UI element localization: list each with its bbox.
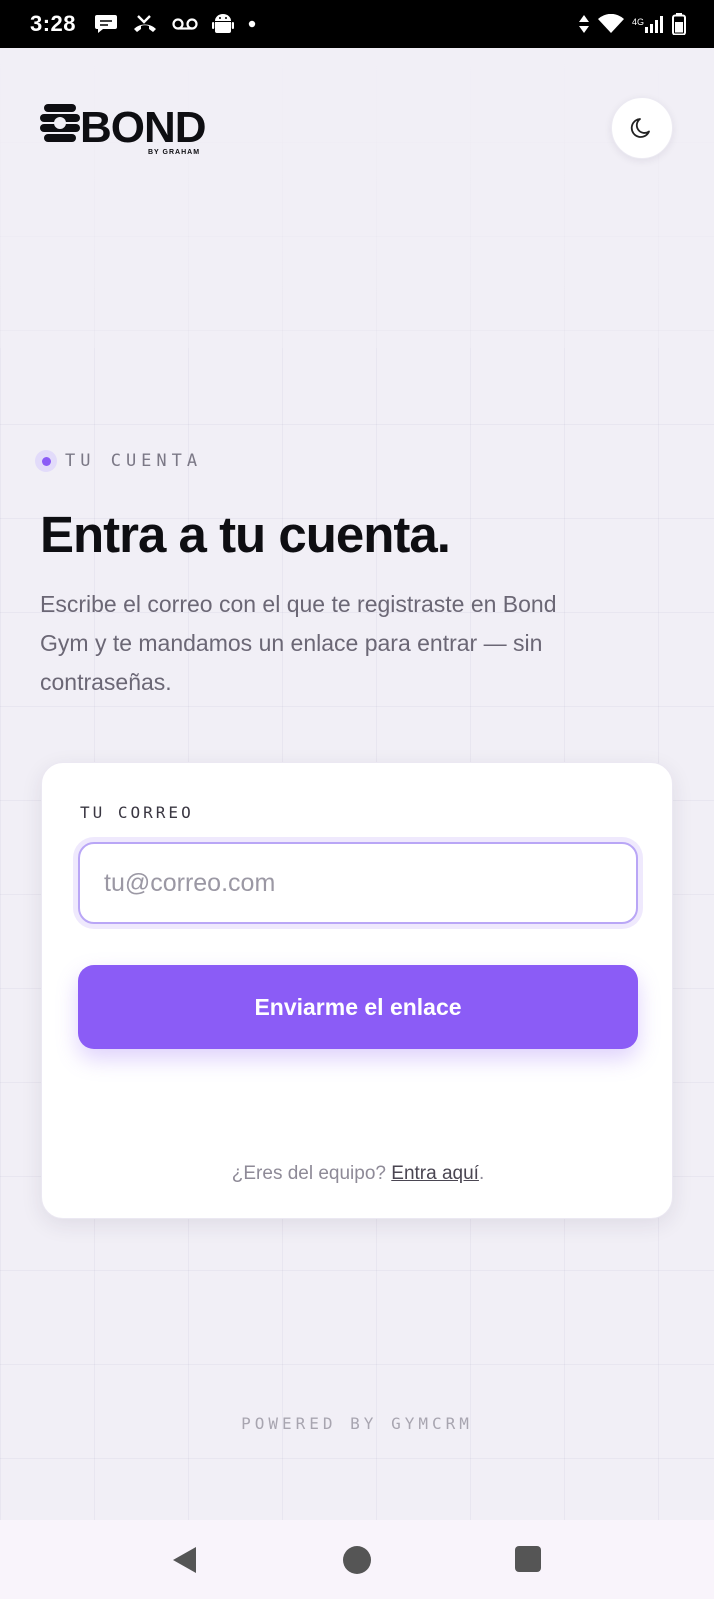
chat-notification-icon xyxy=(94,13,118,35)
team-prompt-suffix: . xyxy=(478,1163,485,1184)
team-login-prompt: ¿Eres del equipo? Entra aquí. xyxy=(42,1163,674,1185)
team-prompt-text: ¿Eres del equipo? xyxy=(231,1163,386,1184)
more-notifications-dot-icon xyxy=(248,20,256,28)
svg-text:4G: 4G xyxy=(632,17,644,27)
send-link-button[interactable]: Enviarme el enlace xyxy=(78,965,638,1049)
eyebrow: TU CUENTA xyxy=(35,450,202,472)
battery-icon xyxy=(672,13,686,35)
login-card: TU CORREO Enviarme el enlace ¿Eres del e… xyxy=(41,762,673,1219)
status-bar: 3:28 4G xyxy=(0,0,714,48)
eyebrow-label: TU CUENTA xyxy=(65,451,203,471)
theme-toggle-button[interactable] xyxy=(611,97,673,159)
eyebrow-dot-icon xyxy=(35,450,57,472)
email-label: TU CORREO xyxy=(80,803,194,822)
team-login-link[interactable]: Entra aquí xyxy=(391,1163,479,1184)
cellular-signal-icon: 4G xyxy=(632,14,664,34)
recents-icon[interactable] xyxy=(515,1546,541,1572)
data-transfer-icon xyxy=(578,14,590,34)
status-time: 3:28 xyxy=(30,11,77,36)
home-icon[interactable] xyxy=(342,1545,372,1575)
wifi-icon xyxy=(598,14,624,34)
logo-subtext: BY GRAHAM xyxy=(148,149,200,156)
android-icon xyxy=(212,12,235,36)
email-input[interactable] xyxy=(78,842,638,924)
system-nav-bar xyxy=(0,1520,714,1599)
page-title: Entra a tu cuenta. xyxy=(40,506,451,563)
missed-call-icon xyxy=(132,13,158,35)
page-description: Escribe el correo con el que te registra… xyxy=(40,591,557,695)
moon-icon xyxy=(629,115,655,141)
background-fade xyxy=(0,48,714,348)
powered-by: POWERED BY GYMCRM xyxy=(241,1414,473,1433)
logo-mark xyxy=(40,104,80,142)
logo-wordmark: BOND xyxy=(80,103,206,152)
voicemail-icon xyxy=(172,17,198,31)
bond-logo: BOND BY GRAHAM xyxy=(40,100,220,156)
back-icon[interactable] xyxy=(170,1545,198,1575)
